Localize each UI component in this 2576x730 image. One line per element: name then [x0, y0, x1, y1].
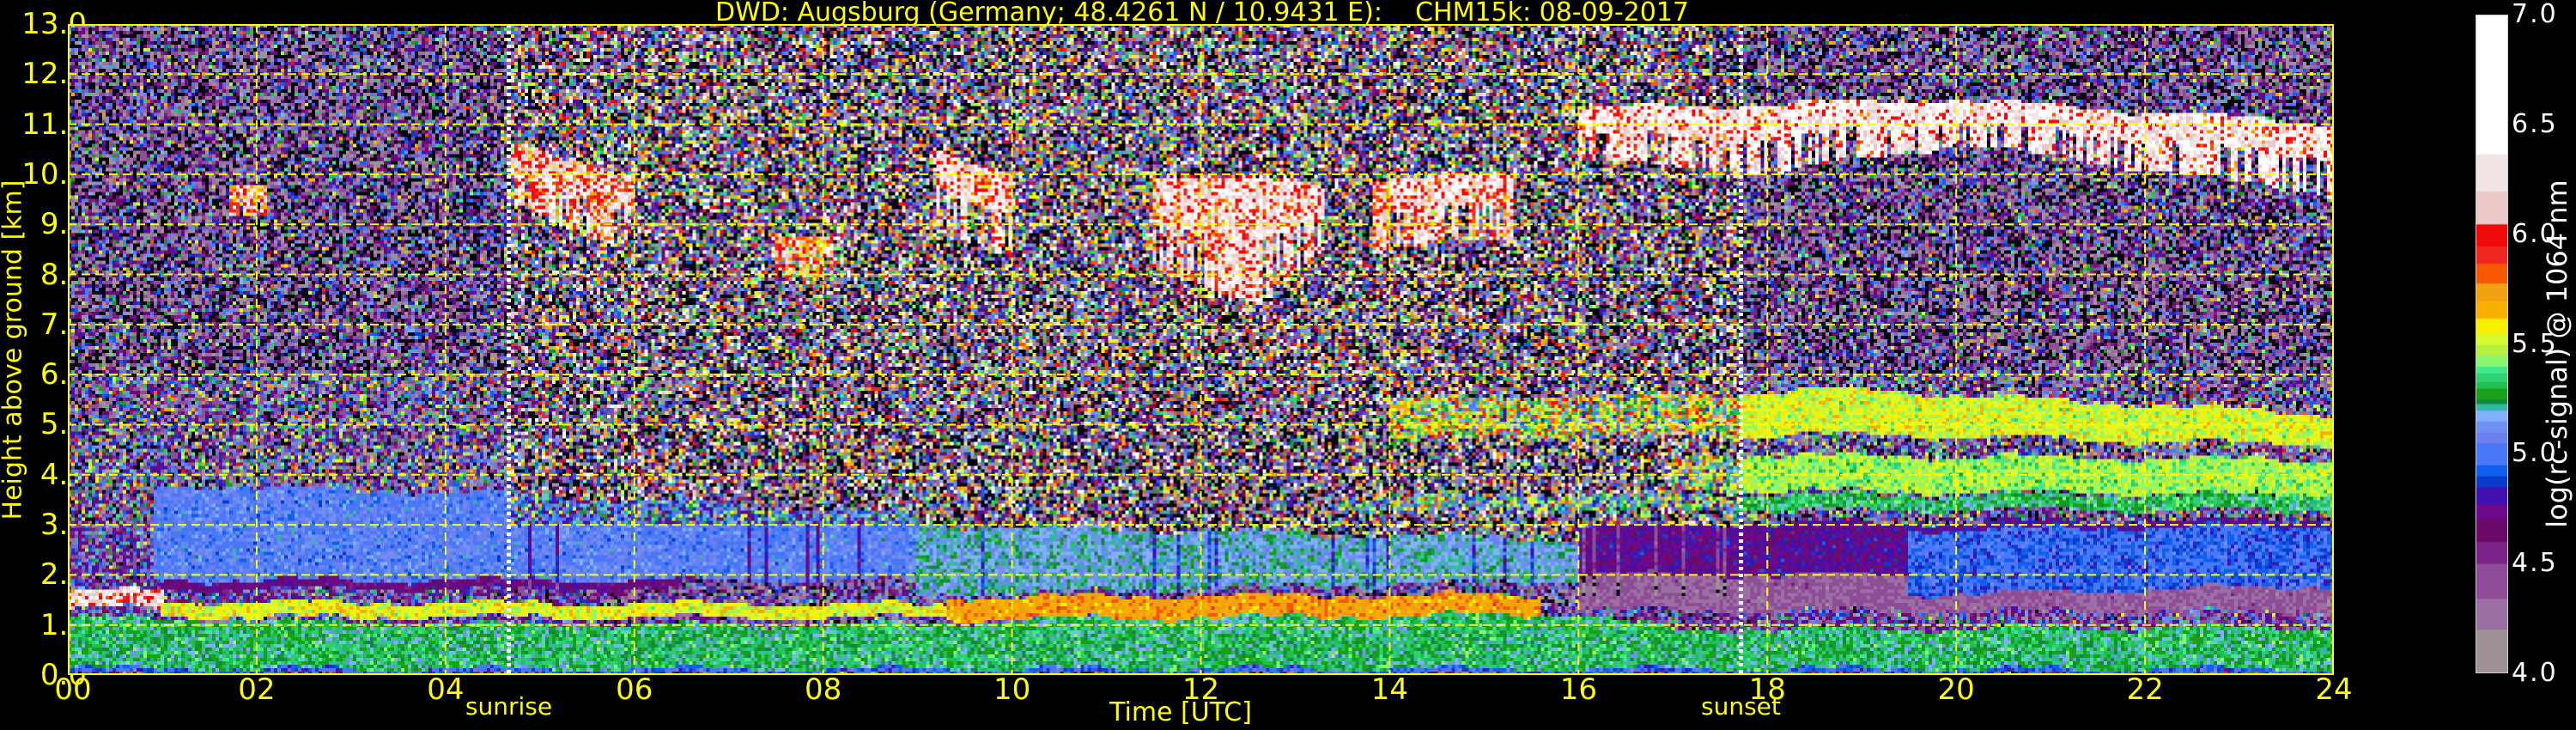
x-tick-label: 16	[1559, 672, 1597, 707]
colorbar-tick-label: 7.0	[2512, 0, 2558, 29]
x-tick-label: 02	[238, 672, 276, 707]
x-tick-label: 06	[616, 672, 653, 707]
colorbar-tick-label: 4.5	[2512, 548, 2558, 579]
sunrise-label: sunrise	[465, 692, 553, 721]
x-tick-label: 10	[993, 672, 1031, 707]
colorbar	[2476, 15, 2508, 673]
colorbar-gradient	[2476, 15, 2507, 672]
x-tick-label: 14	[1370, 672, 1409, 707]
plot-area	[68, 24, 2334, 675]
colorbar-title: log(rc-signal) @ 1064 nm	[2541, 179, 2573, 528]
sunset-label: sunset	[1701, 692, 1781, 721]
grid-overlay	[68, 24, 2334, 675]
x-tick-label: 08	[805, 672, 842, 707]
colorbar-tick-label: 4.0	[2512, 658, 2558, 688]
x-tick-label: 20	[1937, 672, 1975, 707]
x-tick-label: 24	[2315, 672, 2353, 707]
x-tick-label: 00	[54, 672, 92, 707]
y-axis-title: Height above ground [km]	[0, 179, 28, 520]
x-axis-title: Time [UTC]	[1109, 697, 1252, 727]
colorbar-tick-label: 6.5	[2512, 108, 2558, 139]
x-tick-label: 22	[2126, 672, 2164, 707]
